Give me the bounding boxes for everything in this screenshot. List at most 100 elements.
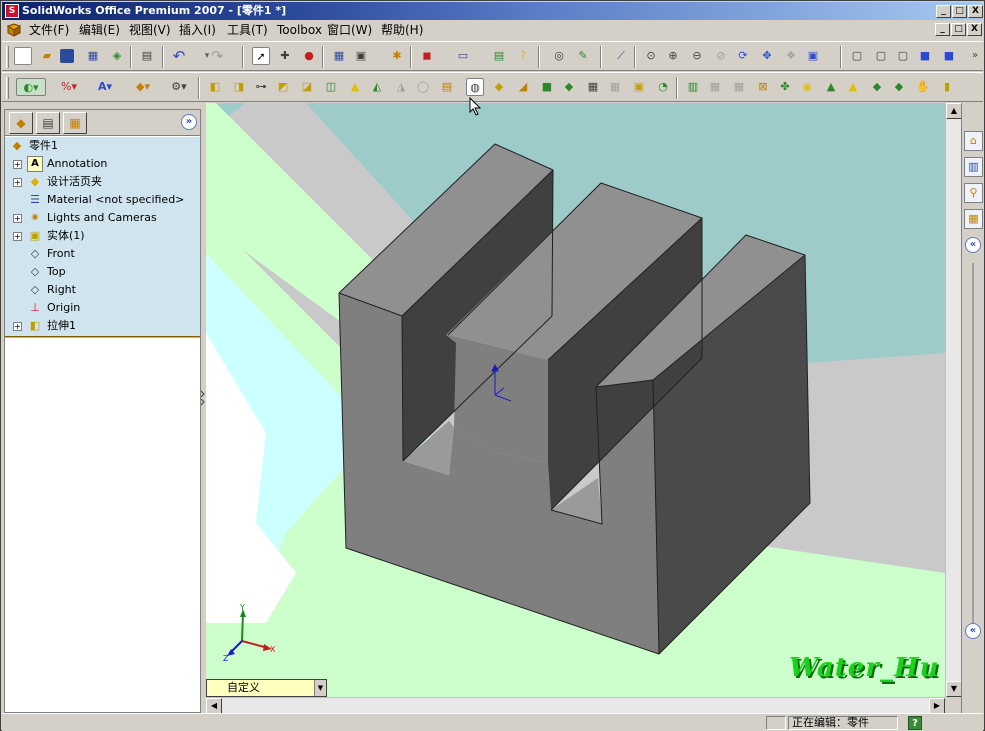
swept-boss-icon[interactable]: ⊶	[252, 78, 270, 96]
hidden-lines-removed-icon[interactable]: ▢	[894, 47, 912, 65]
menu-edit[interactable]: 编辑(E)	[76, 22, 123, 38]
solidworks-menu-icon[interactable]	[6, 22, 22, 38]
tab-configurationmanager[interactable]: ▦	[63, 112, 87, 134]
cylinder-icon[interactable]: ▮	[938, 78, 956, 96]
chamfer-icon[interactable]: ◭	[368, 78, 386, 96]
tree-item-lights-cameras[interactable]: + ✷ Lights and Cameras	[5, 209, 200, 227]
thicken-icon[interactable]: ✋	[914, 78, 932, 96]
dimension-icon[interactable]: %▾	[54, 78, 84, 96]
shaded-icon[interactable]: ■	[940, 47, 958, 65]
scroll-left-icon[interactable]: ◀	[206, 698, 222, 714]
view-orientation-select[interactable]: 自定义 ▼	[206, 679, 327, 697]
toolbar-overflow-icon[interactable]: »	[966, 47, 984, 65]
tree-item-extrude1[interactable]: + ◧ 拉伸1	[5, 317, 200, 335]
zoom-area-icon[interactable]: ⊕	[664, 47, 682, 65]
toolbox-icon[interactable]: ✱	[388, 47, 406, 65]
model-scene[interactable]: Y X Z	[206, 103, 945, 697]
tree-item-top-plane[interactable]: ◇ Top	[5, 263, 200, 281]
circular-pattern-icon[interactable]: ◔	[654, 78, 672, 96]
doc-minimize-button[interactable]: _	[935, 23, 950, 36]
menu-view[interactable]: 视图(V)	[126, 22, 174, 38]
print-icon[interactable]: ▤	[138, 47, 156, 65]
select-filter-icon[interactable]: ✚	[276, 47, 294, 65]
search-icon[interactable]: ⚲	[964, 183, 983, 203]
chevron-down-icon[interactable]: ▼	[314, 680, 326, 696]
revolved-boss-icon[interactable]: ◨	[230, 78, 248, 96]
help-icon[interactable]: ?	[908, 716, 922, 730]
open-icon[interactable]: ▰	[38, 47, 56, 65]
tree-root[interactable]: ◆ 零件1	[5, 137, 200, 155]
scroll-right-icon[interactable]: ▶	[929, 698, 945, 714]
knit-surface-icon[interactable]: ◆	[890, 78, 908, 96]
hidden-lines-visible-icon[interactable]: ▢	[872, 47, 890, 65]
panel-expand-icon[interactable]: »	[181, 114, 197, 130]
expand-icon[interactable]: +	[13, 160, 22, 169]
home-icon[interactable]: ⌂	[964, 131, 983, 151]
title-bar[interactable]: S SolidWorks Office Premium 2007 - [零件1 …	[2, 2, 983, 20]
make-drawing-icon[interactable]: ▦	[84, 47, 102, 65]
maximize-button[interactable]: □	[952, 5, 967, 18]
tree-item-design-binder[interactable]: + ◆ 设计活页夹	[5, 173, 200, 191]
wireframe-icon[interactable]: ▢	[848, 47, 866, 65]
curve-pattern-icon[interactable]: ⊠	[754, 78, 772, 96]
roll-view-icon[interactable]: ❖	[782, 47, 800, 65]
solidworks-logo-icon[interactable]: S	[5, 4, 19, 18]
save-icon[interactable]	[60, 49, 74, 63]
extruded-cut-icon[interactable]: ◪	[298, 78, 316, 96]
curve-icon[interactable]: ▦	[584, 78, 602, 96]
menu-window[interactable]: 窗口(W)	[324, 22, 375, 38]
file-properties-icon[interactable]: ▦	[330, 47, 348, 65]
zoom-to-fit-icon[interactable]: ⊙	[642, 47, 660, 65]
rollback-bar[interactable]	[5, 336, 200, 338]
help-icon[interactable]: ?	[514, 47, 532, 65]
photoworks-icon[interactable]: ◎	[550, 47, 568, 65]
minimize-button[interactable]: _	[936, 5, 951, 18]
fill-pattern-icon[interactable]: ✤	[776, 78, 794, 96]
surface-loft-icon[interactable]: ▲	[844, 78, 862, 96]
shell-icon[interactable]: ▤	[438, 78, 456, 96]
fillet-icon[interactable]: ▲	[346, 78, 364, 96]
shaded-with-edges-icon[interactable]: ■	[916, 47, 934, 65]
menu-help[interactable]: 帮助(H)	[378, 22, 426, 38]
surface-extrude-icon[interactable]: ◉	[798, 78, 816, 96]
tab-propertymanager[interactable]: ▤	[36, 112, 60, 134]
toolbar-grip[interactable]	[6, 77, 9, 99]
surface-revolve-icon[interactable]: ▲	[822, 78, 840, 96]
animator-icon[interactable]: ✎	[574, 47, 592, 65]
reference-geometry-icon[interactable]: ◆▾	[128, 78, 158, 96]
tree-item-solid-bodies[interactable]: + ▣ 实体(1)	[5, 227, 200, 245]
expand-icon[interactable]: +	[13, 232, 22, 241]
tree-item-front-plane[interactable]: ◇ Front	[5, 245, 200, 263]
tree-item-right-plane[interactable]: ◇ Right	[5, 281, 200, 299]
view-orientation-icon[interactable]: ▣	[804, 47, 822, 65]
zoom-selection-icon[interactable]: ⊘	[712, 47, 730, 65]
revolved-cut-icon[interactable]: ◫	[322, 78, 340, 96]
task-pane-collapse-icon[interactable]: «	[965, 623, 981, 639]
window-tile-icon[interactable]: ▭	[454, 47, 472, 65]
pan-icon[interactable]: ✥	[758, 47, 776, 65]
extruded-boss-icon[interactable]: ◧	[206, 78, 224, 96]
sketch-tools-icon[interactable]: ◐▾	[16, 78, 46, 96]
lofted-boss-icon[interactable]: ◩	[274, 78, 292, 96]
dome-icon[interactable]: ◆	[490, 78, 508, 96]
scroll-down-icon[interactable]: ▼	[946, 681, 962, 697]
redo-icon[interactable]: ↷	[208, 47, 226, 65]
linear-pattern-icon[interactable]: ▣	[630, 78, 648, 96]
zoom-in-out-icon[interactable]: ⊖	[688, 47, 706, 65]
annotation-text-icon[interactable]: A▾	[90, 78, 120, 96]
resources-tab-icon[interactable]: ▥	[964, 157, 983, 177]
make-assembly-icon[interactable]: ◈	[108, 47, 126, 65]
graphics-area[interactable]: Y X Z Water_Hu	[206, 103, 945, 697]
toolbar-grip[interactable]	[6, 46, 9, 68]
menu-tools[interactable]: 工具(T)	[224, 22, 271, 38]
surface-offset-icon[interactable]: ◆	[868, 78, 886, 96]
expand-icon[interactable]: +	[13, 214, 22, 223]
rebuild-icon[interactable]: ●	[300, 47, 318, 65]
menu-toolbox[interactable]: Toolbox	[274, 22, 325, 38]
tree-item-annotation[interactable]: + A Annotation	[5, 155, 200, 173]
sketch-pattern-icon[interactable]: ▦	[730, 78, 748, 96]
select-icon[interactable]: ➚	[252, 47, 270, 65]
design-library-icon[interactable]: ▦	[964, 209, 983, 229]
doc-restore-button[interactable]: □	[951, 23, 966, 36]
deform-icon[interactable]: ◆	[560, 78, 578, 96]
